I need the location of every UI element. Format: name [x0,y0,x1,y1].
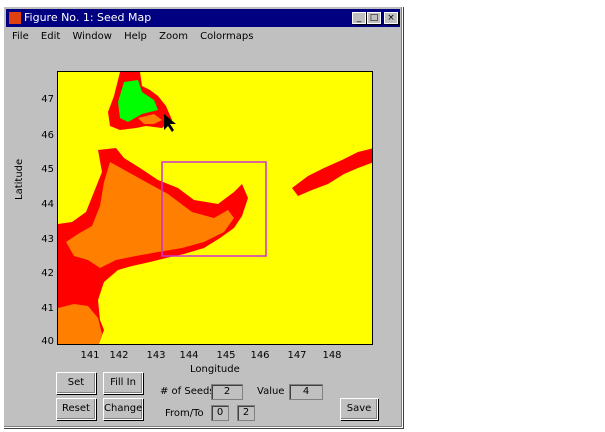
set-button[interactable]: Set [56,372,96,394]
menu-window[interactable]: Window [72,31,111,42]
menu-help[interactable]: Help [124,31,147,42]
ytick-44: 44 [41,199,54,210]
seeds-field[interactable]: 2 [211,384,243,400]
xtick-148: 148 [322,350,342,361]
value-label: Value [257,386,285,397]
xtick-141: 141 [80,350,100,361]
title-bar[interactable]: Figure No. 1: Seed Map _ □ × [6,9,400,27]
ytick-40: 40 [41,336,54,347]
from-field[interactable]: 0 [211,405,229,421]
reset-button[interactable]: Reset [56,398,96,420]
from-to-label: From/To [165,408,204,419]
xtick-147: 147 [287,350,307,361]
minimize-button[interactable]: _ [352,12,366,24]
xtick-146: 146 [250,350,270,361]
value-field[interactable]: 4 [289,384,323,400]
window-title: Figure No. 1: Seed Map [24,11,152,24]
menu-file[interactable]: File [12,31,29,42]
seeds-label: # of Seeds [160,386,215,397]
ytick-41: 41 [41,303,54,314]
menu-zoom[interactable]: Zoom [159,31,188,42]
change-button[interactable]: Change [103,398,143,420]
xtick-144: 144 [179,350,199,361]
ytick-42: 42 [41,268,54,279]
ytick-43: 43 [41,234,54,245]
seed-map-canvas[interactable] [58,72,373,345]
maximize-button[interactable]: □ [367,12,381,24]
xtick-145: 145 [216,350,236,361]
seed-map-plot[interactable] [57,71,373,345]
close-button[interactable]: × [384,12,398,24]
matlab-app-icon [9,12,21,24]
menu-bar: File Edit Window Help Zoom Colormaps [6,29,400,45]
xtick-143: 143 [146,350,166,361]
to-field[interactable]: 2 [237,405,255,421]
fill-in-button[interactable]: Fill In [103,372,143,394]
ytick-45: 45 [41,164,54,175]
menu-colormaps[interactable]: Colormaps [200,31,253,42]
ytick-46: 46 [41,130,54,141]
xtick-142: 142 [109,350,129,361]
save-button[interactable]: Save [340,398,378,420]
y-axis-label: Latitude [14,158,25,200]
x-axis-label: Longitude [190,364,240,375]
menu-edit[interactable]: Edit [41,31,60,42]
ytick-47: 47 [41,94,54,105]
